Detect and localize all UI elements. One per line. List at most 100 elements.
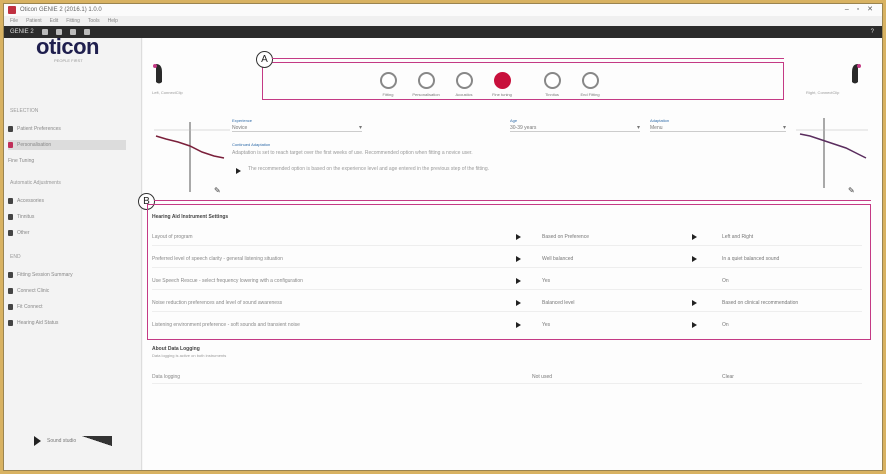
- sidebar-item-session-summary[interactable]: Fitting Session Summary: [8, 270, 126, 280]
- settings-row-value-2[interactable]: Based on clinical recommendation: [722, 300, 798, 306]
- sidebar-item-hearing-aid-status[interactable]: Hearing Aid Status: [8, 318, 126, 328]
- settings-row-value[interactable]: Based on Preference: [542, 234, 589, 240]
- sidebar-item-label: Connect Clinic: [17, 288, 50, 294]
- expand-arrow-icon[interactable]: [692, 234, 697, 240]
- right-audiogram-edit-icon[interactable]: ✎: [848, 186, 855, 195]
- menu-tools[interactable]: Tools: [88, 18, 100, 24]
- sidebar-item-accessories[interactable]: Accessories: [8, 196, 126, 206]
- expand-arrow-icon[interactable]: [516, 300, 521, 306]
- sidebar-item-connect-clinic[interactable]: Connect Clinic: [8, 286, 126, 296]
- expand-arrow-icon[interactable]: [692, 322, 697, 328]
- expand-arrow-icon[interactable]: [516, 322, 521, 328]
- step-end-fitting-icon: [581, 72, 599, 89]
- step-end-fitting[interactable]: End Fitting: [570, 70, 610, 97]
- settings-row-value-2[interactable]: Left and Right: [722, 234, 753, 240]
- expand-arrow-icon[interactable]: [516, 234, 521, 240]
- expand-arrow-icon[interactable]: [692, 256, 697, 262]
- expand-arrow-icon[interactable]: [516, 256, 521, 262]
- sidebar-item-label: Patient Preferences: [17, 126, 61, 132]
- help-icon[interactable]: ?: [871, 29, 874, 35]
- play-icon[interactable]: [34, 436, 41, 446]
- info-arrow-icon: [236, 168, 241, 174]
- step-fine-tuning[interactable]: Fine tuning: [482, 70, 522, 97]
- brand-tagline: PEOPLE FIRST: [54, 58, 83, 63]
- settings-row-value-2[interactable]: On: [722, 278, 729, 284]
- workflow-step-bar: [262, 62, 784, 100]
- settings-row-value[interactable]: Well balanced: [542, 256, 573, 262]
- menu-bar: File Patient Edit Fitting Tools Help: [4, 16, 882, 26]
- age-select[interactable]: 30-39 years ▾: [510, 124, 640, 132]
- data-logging-clear-button[interactable]: Clear: [722, 374, 734, 380]
- step-label: Tinnitus: [545, 92, 559, 97]
- age-label: Age: [510, 118, 518, 123]
- menu-fitting[interactable]: Fitting: [66, 18, 80, 24]
- sidebar-item-label: Tinnitus: [17, 214, 35, 220]
- settings-row-value-2[interactable]: In a quiet balanced sound: [722, 256, 779, 262]
- row-divider: [152, 311, 862, 312]
- data-logging-value[interactable]: Not used: [532, 374, 552, 380]
- step-label: Fitting: [382, 92, 394, 97]
- menu-edit[interactable]: Edit: [50, 18, 59, 24]
- sidebar-item-label: Fine Tuning: [8, 158, 35, 164]
- settings-row-label: Noise reduction preferences and level of…: [152, 300, 283, 306]
- settings-row-label: Listening environment preference - soft …: [152, 322, 300, 328]
- left-hearing-aid-icon[interactable]: [152, 62, 166, 86]
- person-icon: [8, 142, 13, 148]
- step-acoustics[interactable]: Acoustics: [444, 70, 484, 97]
- settings-row-value[interactable]: Balanced level: [542, 300, 575, 306]
- step-fitting-icon: [379, 72, 397, 89]
- menu-help[interactable]: Help: [108, 18, 118, 24]
- menu-patient[interactable]: Patient: [26, 18, 42, 24]
- step-tinnitus[interactable]: Tinnitus: [532, 70, 572, 97]
- settings-row-label: Preferred level of speech clarity - gene…: [152, 256, 283, 262]
- sidebar-item-fit-connect[interactable]: Fit Connect: [8, 302, 126, 312]
- sound-player: Sound studio: [34, 436, 113, 446]
- expand-arrow-icon[interactable]: [692, 300, 697, 306]
- settings-row-value[interactable]: Yes: [542, 322, 550, 328]
- adaptation-select[interactable]: Menu ▾: [650, 124, 786, 132]
- sidebar-section-end: END: [10, 254, 21, 260]
- sidebar-item-fine-tuning[interactable]: Fine Tuning: [8, 156, 126, 166]
- adaptation-info-title: Continued Adaptation: [232, 142, 271, 147]
- volume-slider[interactable]: [82, 436, 113, 446]
- sidebar-item-label: Personalisation: [17, 142, 52, 148]
- age-value: 30-39 years: [510, 124, 537, 131]
- chevron-down-icon: ▾: [636, 125, 640, 131]
- right-hearing-aid-icon[interactable]: [848, 62, 862, 86]
- left-audiogram-edit-icon[interactable]: ✎: [214, 186, 221, 195]
- document-icon: [8, 272, 13, 278]
- sidebar-item-label: Accessories: [17, 198, 44, 204]
- step-acoustics-icon: [455, 72, 473, 89]
- data-logging-label: Data logging: [152, 374, 181, 380]
- pencil-icon: [8, 126, 13, 132]
- row-divider: [152, 245, 862, 246]
- other-icon: [8, 230, 13, 236]
- window-controls[interactable]: – ▫ ✕: [845, 5, 876, 13]
- settings-row: Noise reduction preferences and level of…: [152, 296, 862, 312]
- menu-file[interactable]: File: [10, 18, 18, 24]
- status-icon: [8, 320, 13, 326]
- left-device-label: Left, ConnectClip: [152, 90, 183, 95]
- sidebar-item-personalisation[interactable]: Personalisation: [8, 140, 126, 150]
- experience-select[interactable]: Novice ▾: [232, 124, 362, 132]
- left-audiogram: [154, 122, 230, 192]
- sidebar-item-label: Hearing Aid Status: [17, 320, 59, 326]
- sidebar-item-patient-preferences[interactable]: Patient Preferences: [8, 124, 126, 134]
- adaptation-info-note: The recommended option is based on the e…: [248, 166, 489, 172]
- toolbar: GENIE 2 ?: [4, 26, 882, 38]
- step-personalisation[interactable]: Personalisation: [406, 70, 446, 97]
- expand-arrow-icon[interactable]: [516, 278, 521, 284]
- experience-value: Novice: [232, 124, 248, 131]
- settings-row-value[interactable]: Yes: [542, 278, 550, 284]
- settings-row-label: Layout of program: [152, 234, 193, 240]
- step-fitting[interactable]: Fitting: [368, 70, 408, 97]
- step-label: End Fitting: [580, 92, 600, 97]
- right-audiogram: [796, 118, 868, 188]
- settings-row: Listening environment preference - soft …: [152, 318, 862, 334]
- sidebar-item-other[interactable]: Other: [8, 228, 126, 238]
- settings-row-value-2[interactable]: On: [722, 322, 729, 328]
- sidebar-item-tinnitus[interactable]: Tinnitus: [8, 212, 126, 222]
- accessory-icon: [8, 198, 13, 204]
- step-personalisation-icon: [417, 72, 435, 89]
- settings-row: Layout of program Based on Preference Le…: [152, 230, 862, 246]
